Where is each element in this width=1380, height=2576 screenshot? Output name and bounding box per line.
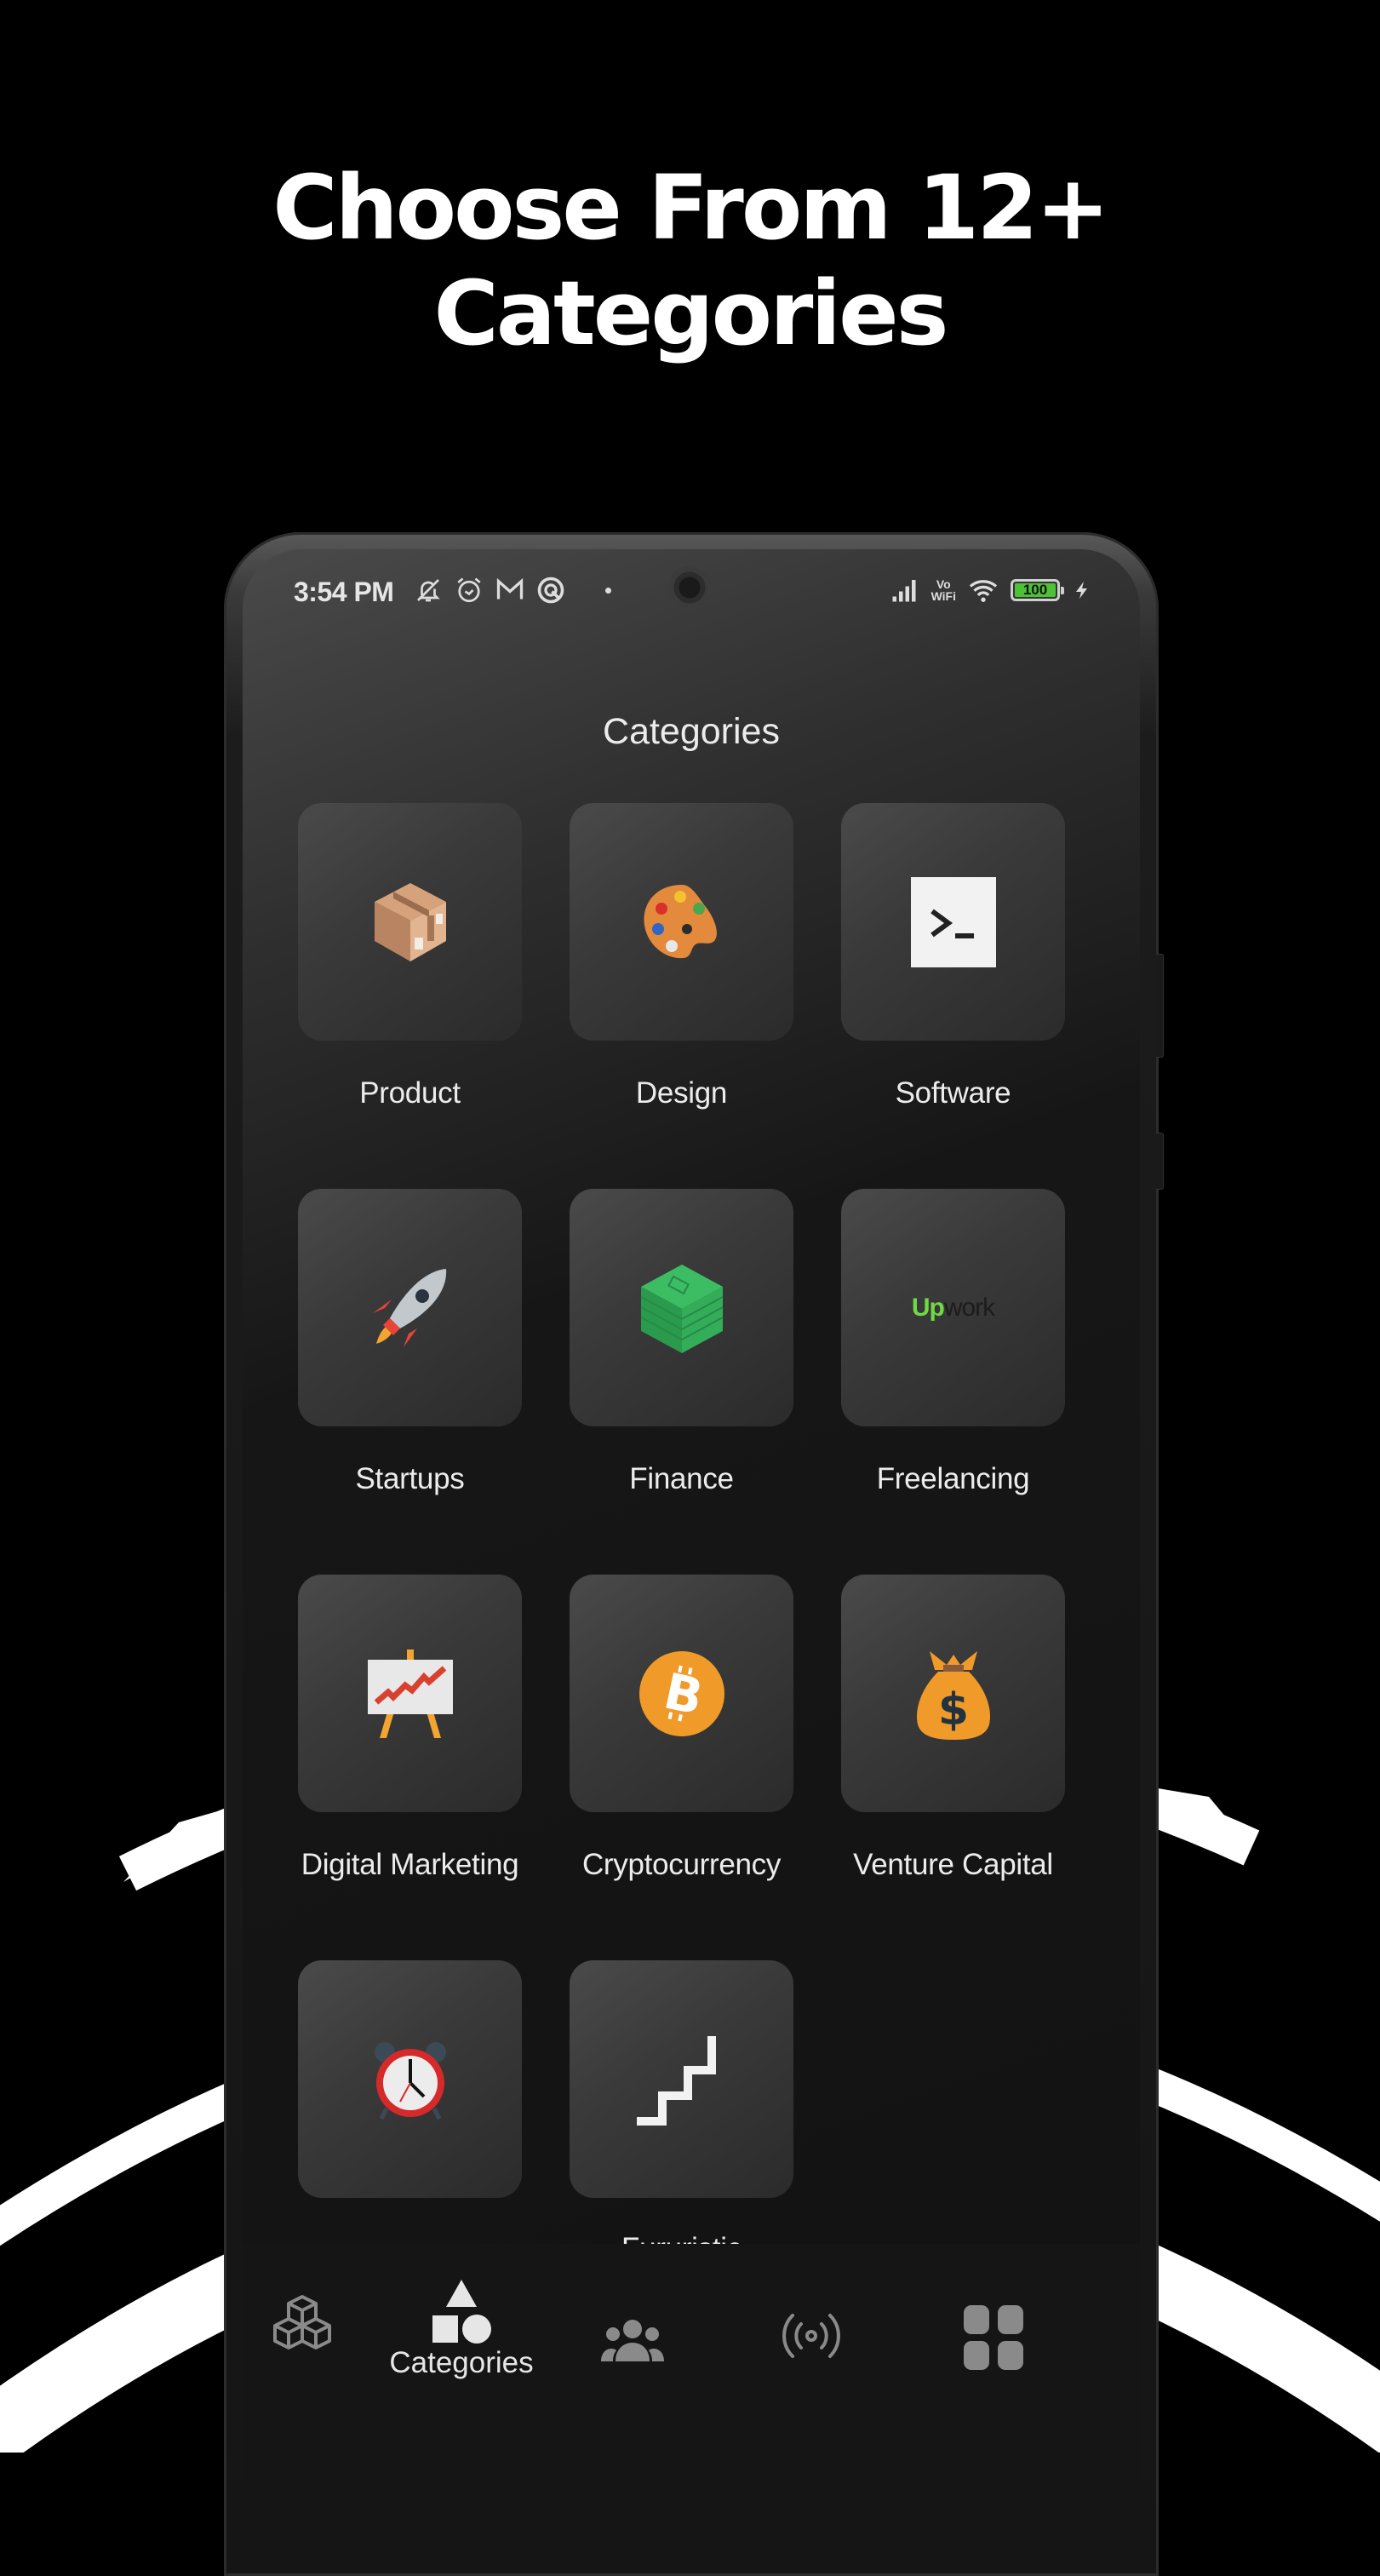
category-venture-capital[interactable]: $ Venture Capital [841, 1575, 1065, 1882]
arc-cap-left [123, 1805, 238, 1882]
phone-screen: 3:54 PM Vo WiFi 100 Categories Product D… [243, 549, 1140, 2508]
phone-power-button [1156, 1133, 1164, 1190]
upwork-logo-up: Up [911, 1293, 945, 1322]
category-label: Finance [629, 1462, 734, 1495]
app-notification-icon [537, 577, 564, 604]
bottom-navigation: Categories [243, 2244, 1140, 2508]
category-label: Design [635, 1076, 728, 1110]
category-digital-marketing[interactable]: Digital Marketing [298, 1575, 522, 1882]
status-bar: 3:54 PM Vo WiFi 100 [243, 549, 1140, 634]
group-icon [601, 2320, 664, 2361]
cubes-icon [273, 2295, 331, 2349]
category-card[interactable] [298, 1189, 522, 1426]
category-label: Startups [355, 1462, 465, 1495]
category-design[interactable]: Design [570, 803, 793, 1110]
alarm-icon [457, 577, 481, 603]
chart-easel-icon [367, 1649, 453, 1738]
signal-icon [892, 580, 916, 602]
svg-text:$: $ [937, 1684, 968, 1736]
nav-categories[interactable]: Categories [376, 2280, 547, 2380]
category-card[interactable]: $ [841, 1575, 1065, 1812]
vowifi-icon: Vo WiFi [931, 578, 956, 602]
stairs-icon [636, 2035, 716, 2126]
shapes-icon [432, 2280, 491, 2344]
package-icon [374, 882, 446, 961]
category-label: Digital Marketing [301, 1848, 519, 1881]
grid-icon [964, 2305, 1023, 2370]
category-cryptocurrency[interactable]: B Cryptocurrency [570, 1575, 793, 1882]
category-label: Freelancing [876, 1462, 1030, 1495]
category-label: Venture Capital [853, 1848, 1053, 1881]
category-card[interactable] [570, 1960, 793, 2198]
category-card[interactable] [298, 803, 522, 1041]
wifi-icon [969, 580, 998, 602]
nav-blocks[interactable] [243, 2293, 387, 2361]
upwork-logo-icon: Upwork [911, 1293, 995, 1322]
money-bag-icon: $ [916, 1650, 990, 1740]
category-software[interactable]: Software [841, 803, 1065, 1110]
nav-label: Categories [389, 2346, 534, 2379]
battery-icon: 100 [1011, 579, 1064, 601]
artist-palette-icon [643, 884, 717, 958]
headline-line-2: Categories [433, 261, 948, 365]
bitcoin-icon: B [638, 1650, 724, 1736]
category-label: Cryptocurrency [581, 1848, 782, 1881]
headline-line-1: Choose From 12+ [272, 156, 1109, 260]
category-product[interactable]: Product [298, 803, 522, 1110]
category-label: Software [895, 1076, 1011, 1110]
more-notifications-dot [605, 587, 611, 594]
vowifi-top: Vo [936, 577, 951, 591]
category-finance[interactable]: Finance [570, 1189, 793, 1496]
notifications-muted-icon [417, 579, 440, 602]
nav-community[interactable] [547, 2319, 718, 2361]
nav-live[interactable] [726, 2312, 896, 2360]
category-freelancing[interactable]: Upwork Freelancing [841, 1189, 1065, 1496]
category-card[interactable] [298, 1575, 522, 1812]
headline: Choose From 12+ Categories [0, 155, 1380, 366]
category-card[interactable] [570, 803, 793, 1041]
money-stack-icon [640, 1264, 723, 1353]
category-label: Product [359, 1076, 461, 1110]
rocket-icon [372, 1268, 446, 1347]
vowifi-bottom: WiFi [930, 589, 956, 603]
category-card[interactable] [298, 1960, 522, 2198]
charging-icon [1076, 582, 1087, 599]
front-camera [668, 566, 711, 609]
category-card[interactable]: B [570, 1575, 793, 1812]
category-card[interactable] [841, 803, 1065, 1041]
battery-level: 100 [1022, 582, 1048, 598]
screen-title: Categories [603, 711, 780, 752]
phone-volume-button [1156, 954, 1164, 1058]
category-startups[interactable]: Startups [298, 1189, 522, 1496]
gmail-icon [496, 577, 524, 600]
category-card[interactable] [570, 1189, 793, 1426]
terminal-icon [910, 876, 996, 967]
upwork-logo-work: work [943, 1293, 995, 1322]
category-card[interactable]: Upwork [841, 1189, 1065, 1426]
status-time: 3:54 PM [294, 577, 394, 607]
category-fururistic[interactable]: Fururistic [570, 1960, 793, 2266]
broadcast-icon [782, 2314, 840, 2358]
alarm-clock-icon [374, 2041, 446, 2120]
nav-more[interactable] [908, 2305, 1079, 2370]
category-productivity[interactable]: Productivity [298, 1960, 522, 2281]
